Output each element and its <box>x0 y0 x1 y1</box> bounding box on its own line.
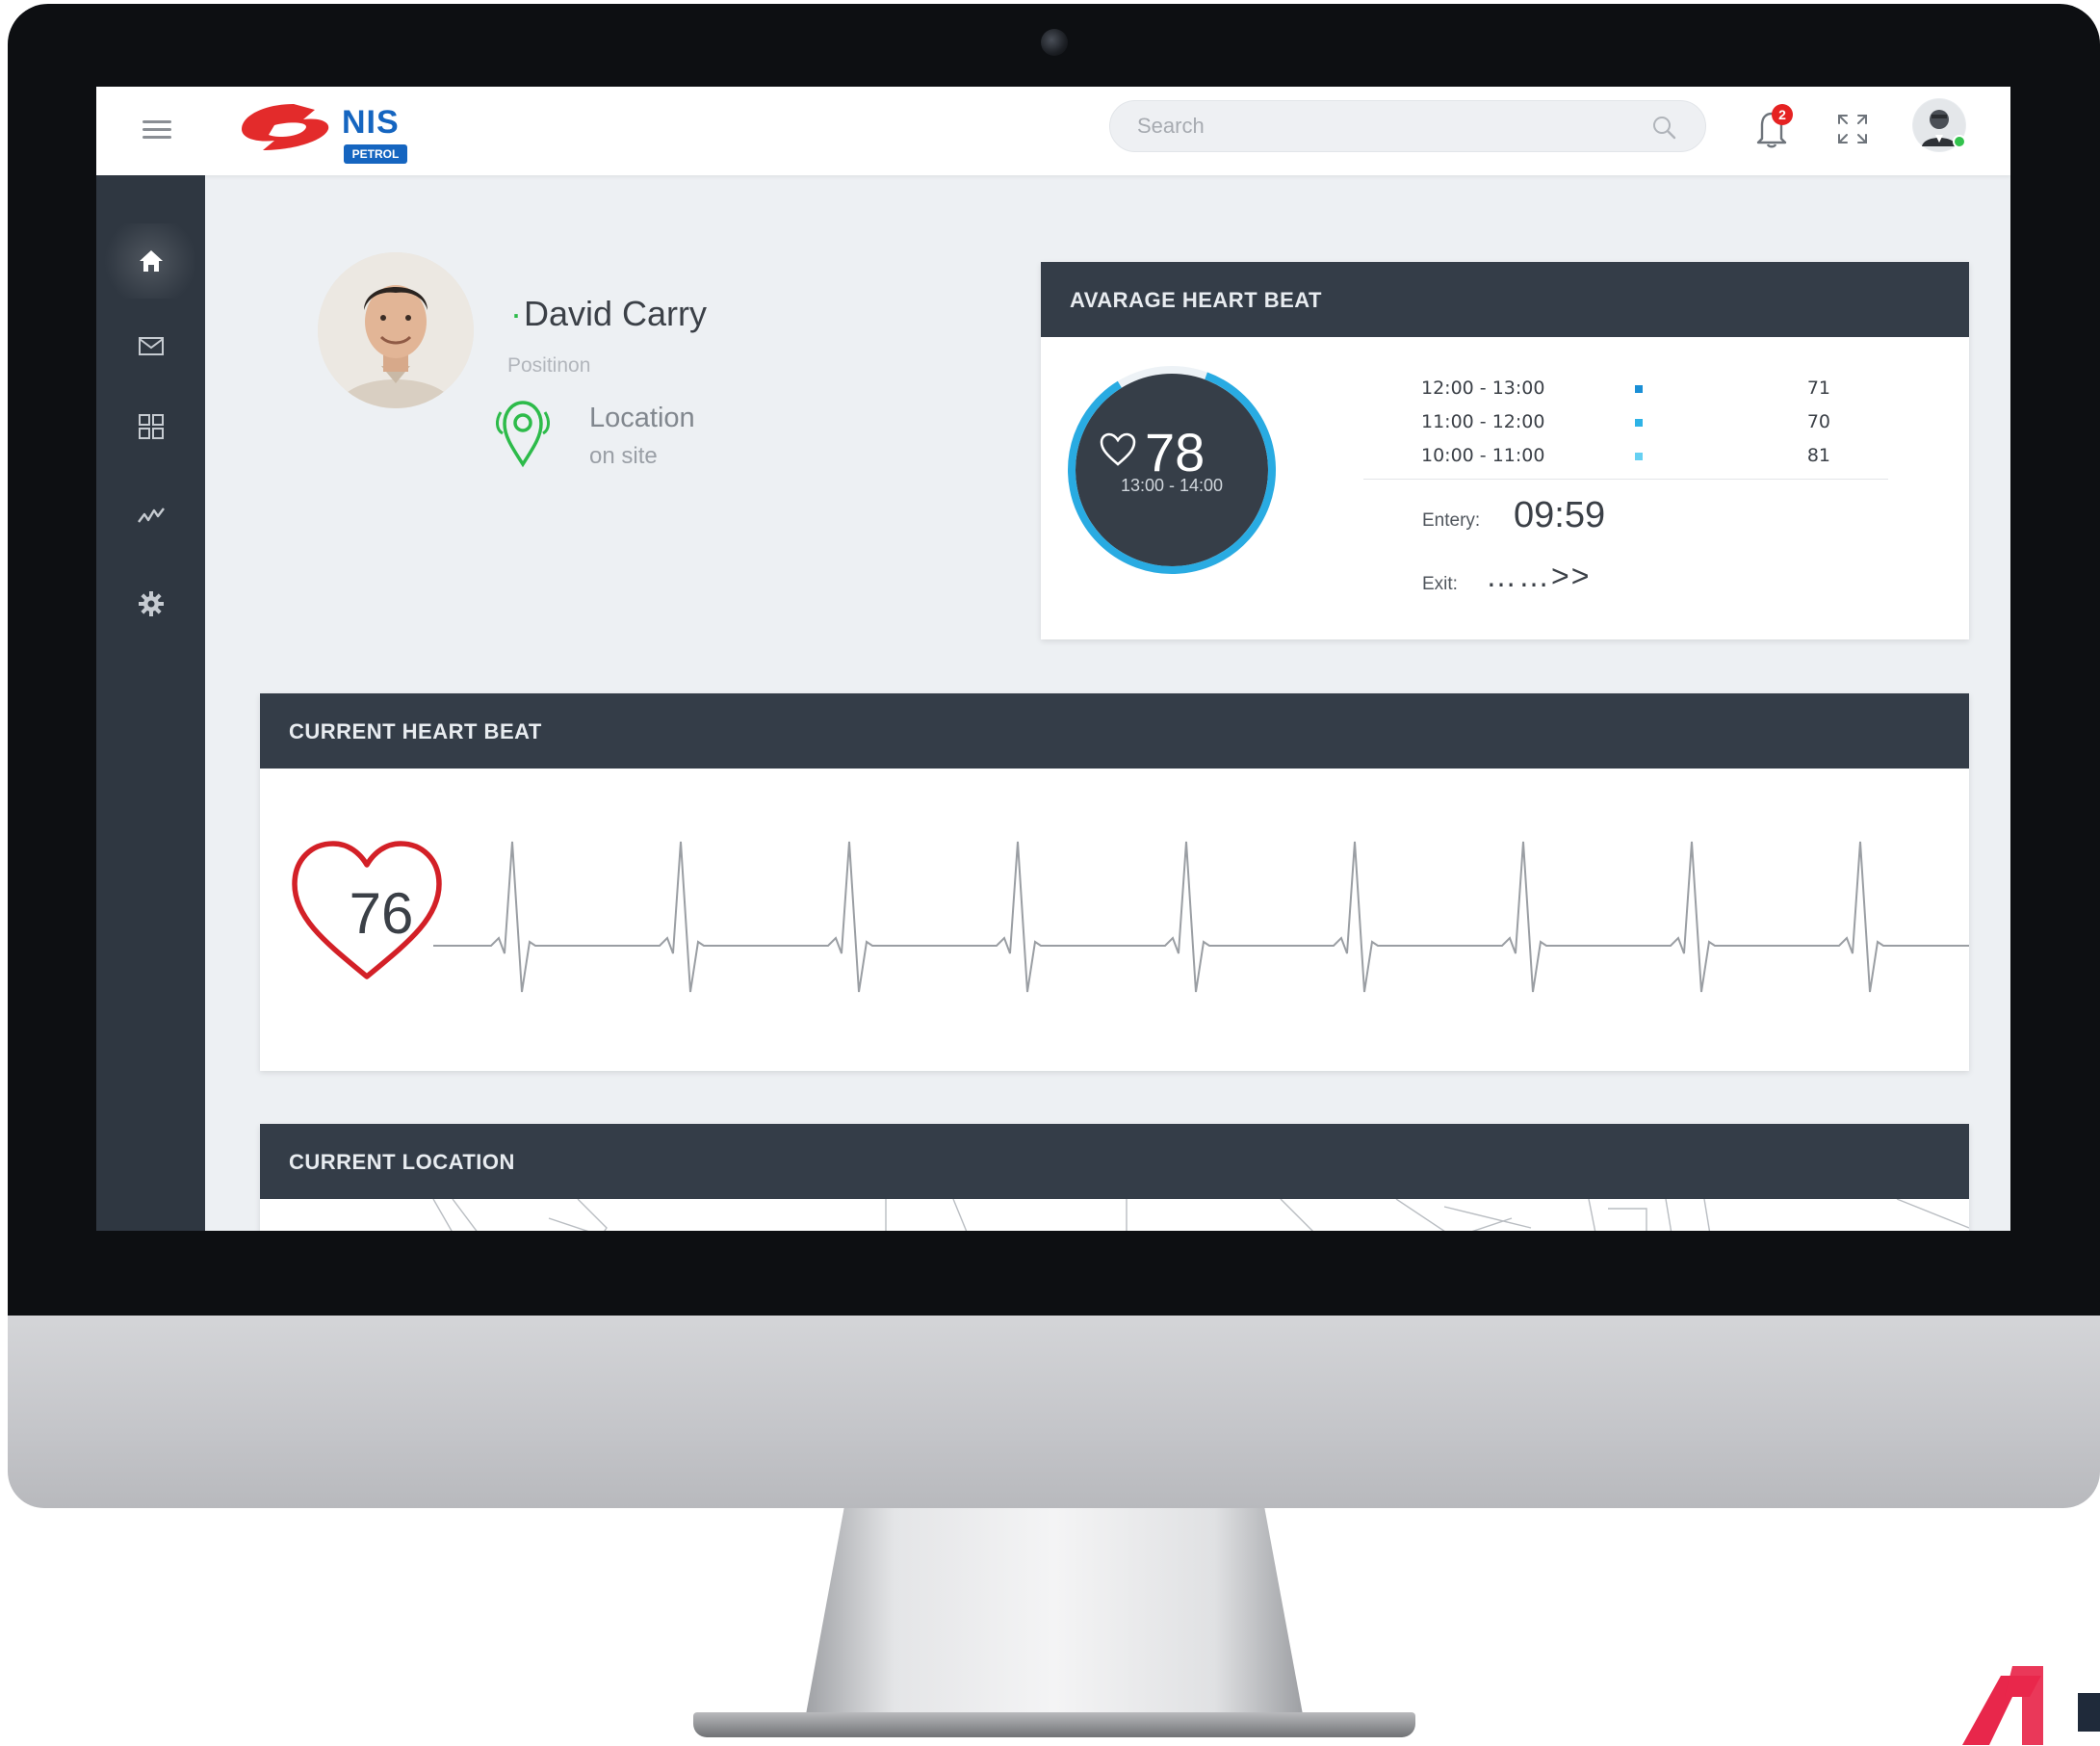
heart-rate-row: 12:00 - 13:00 71 <box>1421 378 1830 406</box>
sidebar-item-activity[interactable] <box>96 478 205 553</box>
grid-icon <box>138 414 164 439</box>
profile-position: Positinon <box>507 354 591 377</box>
online-status-dot <box>1953 135 1966 148</box>
webcam-icon <box>1041 29 1068 56</box>
search-input[interactable] <box>1137 101 1638 151</box>
heart-rate-time: 11:00 - 12:00 <box>1421 411 1545 432</box>
monitor-chin <box>8 1316 2100 1508</box>
average-heart-beat-range: 13:00 - 14:00 <box>1120 476 1224 495</box>
location-map[interactable] <box>260 1199 1969 1231</box>
user-avatar[interactable] <box>1912 98 1966 152</box>
heart-outline-icon <box>1100 432 1136 466</box>
hamburger-menu-icon[interactable] <box>143 116 171 144</box>
fullscreen-icon[interactable] <box>1833 110 1872 148</box>
notifications-button[interactable]: 2 <box>1752 104 1793 148</box>
average-heart-beat-title: AVARAGE HEART BEAT <box>1041 262 1969 337</box>
current-heart-beat-card: CURRENT HEART BEAT 76 <box>260 693 1969 1071</box>
current-location-card: CURRENT LOCATION <box>260 1124 1969 1231</box>
online-status-dot: · <box>510 294 522 333</box>
search-box <box>1109 100 1706 152</box>
home-icon <box>139 250 163 272</box>
entry-time: 09:59 <box>1514 495 1606 535</box>
profile-photo-image <box>318 252 474 408</box>
logo-subtext: PETROL <box>344 144 407 164</box>
ecg-waveform <box>292 841 1969 993</box>
activity-icon <box>137 508 165 523</box>
top-bar: NIS PETROL 2 <box>96 87 2010 175</box>
logo-swoosh-icon <box>242 104 329 150</box>
heart-rate-value: 70 <box>1806 411 1830 432</box>
profile-name: ·David Carry <box>510 294 707 334</box>
monitor-stand-base <box>693 1712 1415 1737</box>
monitor-stand <box>804 1508 1305 1725</box>
heart-rate-time: 10:00 - 11:00 <box>1421 445 1545 466</box>
gear-icon <box>138 591 164 616</box>
sidebar-item-settings[interactable] <box>96 566 205 641</box>
profile-name-text: David Carry <box>524 294 708 333</box>
legend-dot <box>1635 385 1643 393</box>
heart-rate-value: 71 <box>1806 378 1830 399</box>
location-label: Location <box>589 403 695 433</box>
exit-time: ……>> <box>1486 559 1592 593</box>
heart-rate-time: 12:00 - 13:00 <box>1421 378 1545 399</box>
sidebar-item-home[interactable] <box>96 223 205 299</box>
heart-rate-value: 81 <box>1806 445 1830 466</box>
current-heart-beat-title: CURRENT HEART BEAT <box>260 693 1969 769</box>
current-heart-beat-value: 76 <box>349 881 414 946</box>
heart-rate-row: 10:00 - 11:00 81 <box>1421 445 1830 474</box>
divider <box>1363 479 1888 480</box>
logo-text: NIS <box>342 104 400 141</box>
location-pin-icon <box>496 401 550 468</box>
sidebar <box>96 175 205 1231</box>
nis-petrol-logo[interactable]: NIS PETROL <box>236 96 428 166</box>
ecg-line <box>433 841 1969 993</box>
legend-dot <box>1635 419 1643 427</box>
heart-rate-row: 11:00 - 12:00 70 <box>1421 411 1830 440</box>
sidebar-item-dashboard[interactable] <box>96 389 205 464</box>
exit-label: Exit: <box>1422 574 1458 594</box>
profile-photo <box>318 252 474 408</box>
notification-badge: 2 <box>1772 104 1793 125</box>
sidebar-item-messages[interactable] <box>96 308 205 383</box>
legend-dot <box>1635 453 1643 460</box>
search-icon[interactable] <box>1651 115 1676 140</box>
current-location-title: CURRENT LOCATION <box>260 1124 1969 1199</box>
app-screen: NIS PETROL 2 <box>96 87 2010 1231</box>
location-value: on site <box>589 443 658 469</box>
average-heart-beat-card: AVARAGE HEART BEAT 78 13:00 - 14:00 12:0… <box>1041 262 1969 639</box>
average-heart-beat-value: 78 <box>1145 422 1206 482</box>
mail-icon <box>138 337 164 355</box>
corner-brand-logo <box>1962 1666 2100 1745</box>
entry-label: Entery: <box>1422 510 1481 531</box>
